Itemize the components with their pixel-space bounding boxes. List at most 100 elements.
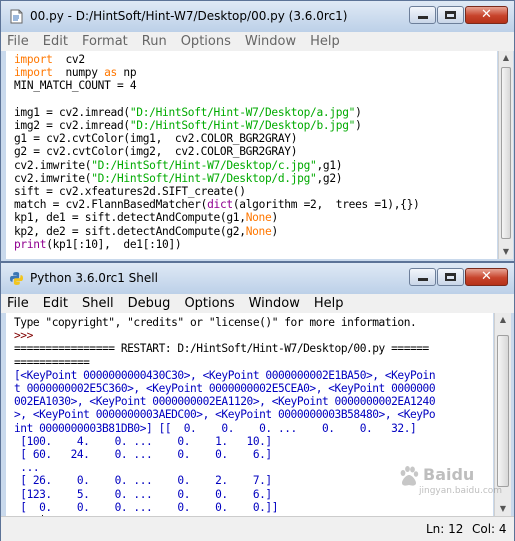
code-line: g2 = cv2.cvtColor(img2, cv2.COLOR_BGR2GR… [14,145,497,158]
code-line-token: "D:/HintSoft/Hint-W7/Desktop/b.jpg" [129,119,356,133]
editor-menubar: File Edit Format Run Options Window Help [1,32,514,51]
editor-code-area[interactable]: import cv2 import numpy as np MIN_MATCH_CO… [6,51,497,259]
code-line-token: as [104,66,117,80]
editor-menu-help[interactable]: Help [310,34,340,49]
shell-line: ================ RESTART: D:/HintSoft/Hi… [14,342,493,355]
code-line: kp2, de2 = sift.detectAndCompute(g2,None… [14,225,497,238]
code-line: import numpy as np [14,66,497,79]
maximize-button[interactable] [437,6,464,24]
column-number: Col: 4 [472,522,507,536]
code-line: match = cv2.FlannBasedMatcher(dict(algor… [14,198,497,211]
editor-scrollbar[interactable]: ▲ ▼ [498,51,513,259]
code-line-token: g2 = cv2.cvtColor(img2, cv2.COLOR_BGR2GR… [14,145,298,159]
shell-line-token: [ 0. 0. 0. ... 0. 0. 0.]] [14,500,278,514]
editor-menu-window[interactable]: Window [245,34,296,49]
scroll-up-icon[interactable]: ▲ [499,51,513,65]
code-line: MIN_MATCH_COUNT = 4 [14,79,497,92]
close-button[interactable]: ✕ [465,6,508,24]
code-line-token: img2 = cv2.imread( [14,119,130,133]
code-line-token: (algorithm =2, trees =1),{}) [232,198,420,212]
shell-line-token: [123. 5. 0. ... 0. 0. 6.] [14,487,272,501]
editor-menu-file[interactable]: File [7,34,29,49]
code-line-token: img1 = cv2.imread( [14,105,130,119]
code-line: cv2.imwrite("D:/HintSoft/Hint-W7/Desktop… [14,159,497,172]
code-line: img2 = cv2.imread("D:/HintSoft/Hint-W7/D… [14,119,497,132]
scroll-down-icon[interactable]: ▼ [495,502,511,516]
editor-menu-edit[interactable]: Edit [43,34,68,49]
minimize-icon [418,278,428,281]
code-line-token: dict [207,198,233,212]
code-line-token: cv2 [52,53,85,66]
shell-title: Python 3.6.0rc1 Shell [30,271,158,285]
code-line: g1 = cv2.cvtColor(img1, cv2.COLOR_BGR2GR… [14,132,497,145]
shell-line: 002EA1030>, <KeyPoint 0000000002EA1120>,… [14,395,493,408]
editor-window: 00.py - D:/HintSoft/Hint-W7/Desktop/00.p… [0,0,515,262]
code-line-token: "D:/HintSoft/Hint-W7/Desktop/c.jpg" [91,158,317,172]
shell-titlebar[interactable]: Python 3.6.0rc1 Shell ✕ [1,263,514,294]
code-line-token: cv2.imwrite( [14,171,92,185]
shell-line-token: ================ RESTART: D:/HintSoft/Hi… [14,342,429,356]
shell-menu-options[interactable]: Options [184,296,234,311]
shell-line: int 0000000003B81DB0>] [[ 0. 0. 0. ... 0… [14,422,493,435]
code-line-token: kp1, de1 = sift.detectAndCompute(g1, [14,211,246,225]
code-line: cv2.imwrite("D:/HintSoft/Hint-W7/Desktop… [14,172,497,185]
shell-line-token: ... [14,461,40,475]
scroll-up-icon[interactable]: ▲ [495,313,511,327]
editor-menu-format[interactable]: Format [82,34,128,49]
code-line-token: numpy [52,66,105,80]
code-line: img1 = cv2.imread("D:/HintSoft/Hint-W7/D… [14,106,497,119]
maximize-button[interactable] [437,268,464,286]
watermark-name: Baidu [423,465,475,484]
code-line-token: np [116,66,137,80]
code-line-token: None [245,211,272,225]
code-line-token: kp2, de2 = sift.detectAndCompute(g2, [14,224,246,238]
shell-line-token: [ 26. 0. 0. ... 0. 2. 7.] [14,474,272,488]
watermark-url: jingyan.baidu.com [419,486,503,496]
baidu-paw-icon [400,466,419,486]
maximize-icon [445,273,456,281]
code-line: ​ [14,93,497,106]
code-line-token: ) [271,211,278,225]
code-line-token: ) [355,105,362,119]
shell-menu-edit[interactable]: Edit [43,296,68,311]
editor-scroll-thumb[interactable] [501,67,511,239]
minimize-button[interactable] [409,6,436,24]
shell-line-token: >, <KeyPoint 0000000003AEDC00>, <KeyPoin… [14,408,436,422]
code-line: sift = cv2.xfeatures2d.SIFT_create() [14,185,497,198]
shell-line-token: t 0000000002E5C360>, <KeyPoint 000000000… [14,382,436,396]
code-line-token: MIN_MATCH_COUNT = 4 [14,79,137,93]
shell-menu-help[interactable]: Help [314,296,344,311]
code-line-token: ,g2) [316,171,343,185]
shell-menu-debug[interactable]: Debug [128,296,171,311]
close-button[interactable]: ✕ [465,268,508,286]
shell-line-token: ============ [14,355,90,369]
editor-title: 00.py - D:/HintSoft/Hint-W7/Desktop/00.p… [30,9,348,23]
shell-menubar: File Edit Shell Debug Options Window Help [1,294,514,313]
editor-titlebar[interactable]: 00.py - D:/HintSoft/Hint-W7/Desktop/00.p… [1,1,514,32]
code-line-token: import [14,66,53,80]
baidu-watermark: Baidu jingyan.baidu.com [395,462,505,502]
shell-line-token: int 0000000003B81DB0>] [[ 0. 0. 0. ... 0… [14,421,417,435]
code-line-token: "D:/HintSoft/Hint-W7/Desktop/d.jpg" [91,171,317,185]
shell-menu-window[interactable]: Window [249,296,300,311]
minimize-icon [418,16,428,19]
editor-menu-options[interactable]: Options [181,34,231,49]
close-icon: ✕ [481,7,492,22]
shell-line: [<KeyPoint 0000000000430C30>, <KeyPoint … [14,369,493,382]
status-bar: Ln: 12 Col: 4 [1,516,514,541]
shell-line-token: [ 60. 24. 0. ... 0. 0. 6.] [14,448,272,462]
shell-line-token: [100. 4. 0. ... 0. 1. 10.] [14,434,272,448]
maximize-icon [445,11,456,19]
editor-menu-run[interactable]: Run [142,34,167,49]
scroll-down-icon[interactable]: ▼ [499,245,513,259]
minimize-button[interactable] [409,268,436,286]
shell-line-token: [<KeyPoint 0000000000430C30>, <KeyPoint … [14,368,436,382]
shell-line: [ 60. 24. 0. ... 0. 0. 6.] [14,448,493,461]
shell-menu-shell[interactable]: Shell [82,296,114,311]
shell-line-token: 002EA1030>, <KeyPoint 0000000002EA1120>,… [14,395,436,409]
code-line-token: None [245,224,272,238]
code-line-token: import [14,53,53,66]
code-line: print(kp1[:10], de1[:10]) [14,238,497,251]
code-line-token: ) [355,119,362,133]
shell-menu-file[interactable]: File [7,296,29,311]
